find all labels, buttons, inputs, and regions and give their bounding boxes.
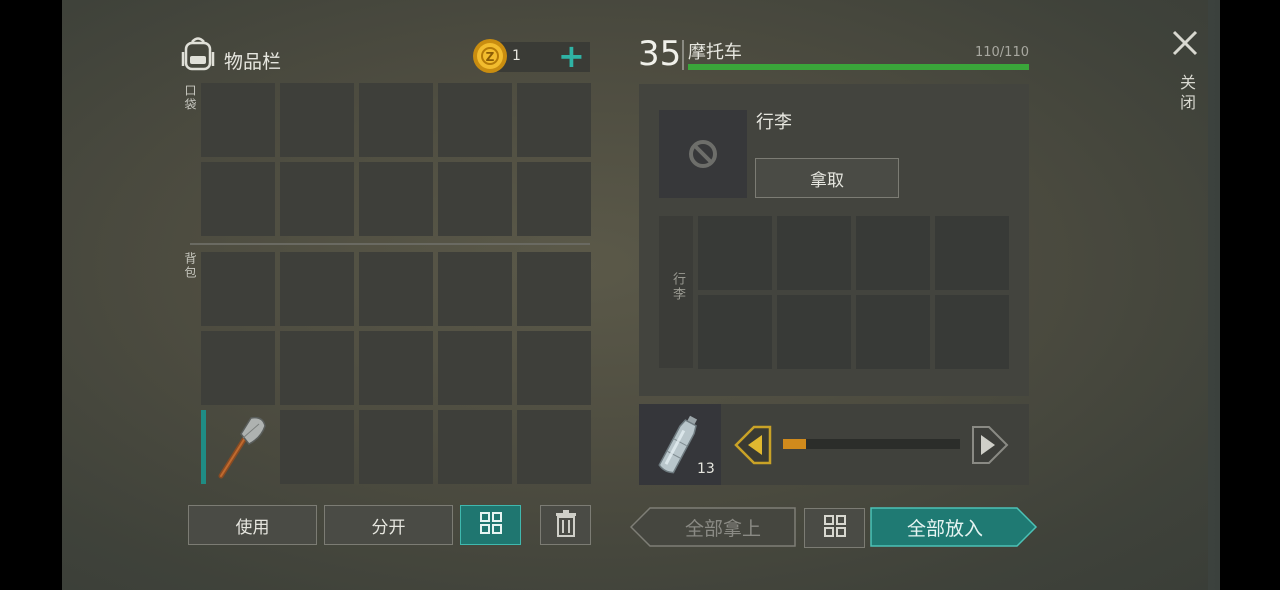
luggage-title: 行李 <box>756 112 792 133</box>
shovel-icon <box>207 412 271 486</box>
pocket-label: 口袋 <box>183 84 197 112</box>
backpack-slot[interactable] <box>517 331 591 405</box>
backpack-slot[interactable] <box>517 410 591 484</box>
pocket-slot[interactable] <box>280 83 354 157</box>
transfer-item-slot[interactable]: 13 <box>639 404 721 485</box>
luggage-cell[interactable] <box>777 295 851 369</box>
trash-icon <box>555 509 577 542</box>
use-button[interactable]: 使用 <box>188 505 317 545</box>
pocket-slot[interactable] <box>359 83 433 157</box>
slider-fill <box>783 439 806 449</box>
game-screen: 物品栏 Z 1 + 口袋 背包 使用 分开 35 摩托车 110/110 行李 … <box>62 0 1220 590</box>
section-divider <box>190 243 590 245</box>
pocket-slot[interactable] <box>201 162 275 236</box>
water-bottle-icon <box>655 412 703 482</box>
pocket-slot[interactable] <box>438 162 512 236</box>
luggage-cell[interactable] <box>856 295 930 369</box>
item-count: 13 <box>697 461 715 477</box>
take-all-button[interactable]: 全部拿上 <box>629 507 796 551</box>
pocket-slot[interactable] <box>359 162 433 236</box>
auto-sort-button[interactable] <box>804 508 865 548</box>
take-all-label: 全部拿上 <box>684 517 761 540</box>
backpack-slot[interactable] <box>201 252 275 326</box>
pocket-slot[interactable] <box>438 83 512 157</box>
luggage-slot[interactable] <box>659 110 747 198</box>
luggage-cell[interactable] <box>935 295 1009 369</box>
inventory-title: 物品栏 <box>224 51 282 73</box>
pocket-slot[interactable] <box>280 162 354 236</box>
backpack-slot[interactable] <box>280 331 354 405</box>
backpack-slot[interactable] <box>359 410 433 484</box>
backpack-slot[interactable] <box>280 252 354 326</box>
put-all-button[interactable]: 全部放入 <box>870 507 1038 551</box>
put-all-label: 全部放入 <box>906 517 983 540</box>
svg-text:Z: Z <box>486 50 495 64</box>
durability-fill <box>688 64 1029 70</box>
luggage-cell[interactable] <box>935 216 1009 290</box>
forbidden-icon <box>688 139 718 173</box>
increase-arrow-button[interactable] <box>971 424 1009 470</box>
side-strip <box>1208 0 1220 590</box>
luggage-cell[interactable] <box>777 216 851 290</box>
backpack-icon <box>180 36 216 74</box>
coin-count: 1 <box>512 48 521 64</box>
luggage-cell[interactable] <box>856 216 930 290</box>
backpack-slot[interactable] <box>438 410 512 484</box>
vehicle-level: 35 <box>638 34 682 74</box>
vehicle-name: 摩托车 <box>688 42 742 63</box>
close-icon[interactable] <box>1170 28 1200 62</box>
backpack-slot[interactable] <box>517 252 591 326</box>
selected-marker <box>201 410 206 484</box>
quantity-slider[interactable] <box>783 439 960 449</box>
close-label[interactable]: 关闭 <box>1174 74 1198 114</box>
durability-text: 110/110 <box>974 45 1029 60</box>
luggage-cell[interactable] <box>698 295 772 369</box>
pocket-slot[interactable] <box>201 83 275 157</box>
backpack-slot[interactable] <box>359 252 433 326</box>
delete-button[interactable] <box>540 505 591 545</box>
decrease-arrow-button[interactable] <box>734 424 772 470</box>
grid-icon <box>479 511 503 540</box>
pocket-slot[interactable] <box>517 83 591 157</box>
add-coins-button[interactable]: + <box>558 38 585 74</box>
backpack-slot[interactable] <box>438 252 512 326</box>
durability-bar <box>688 64 1029 70</box>
take-button[interactable]: 拿取 <box>755 158 899 198</box>
backpack-slot[interactable] <box>359 331 433 405</box>
backpack-slot[interactable] <box>438 331 512 405</box>
header-divider <box>682 40 684 70</box>
pocket-slot[interactable] <box>517 162 591 236</box>
backpack-label: 背包 <box>183 252 197 280</box>
grid-icon <box>823 514 847 543</box>
backpack-slot[interactable] <box>280 410 354 484</box>
luggage-cell[interactable] <box>698 216 772 290</box>
split-button[interactable]: 分开 <box>324 505 453 545</box>
shovel-slot[interactable] <box>201 410 275 484</box>
gold-coin-icon: Z <box>472 38 508 74</box>
sort-grid-button[interactable] <box>460 505 521 545</box>
backpack-slot[interactable] <box>201 331 275 405</box>
luggage-grid-label: 行李 <box>670 272 685 302</box>
